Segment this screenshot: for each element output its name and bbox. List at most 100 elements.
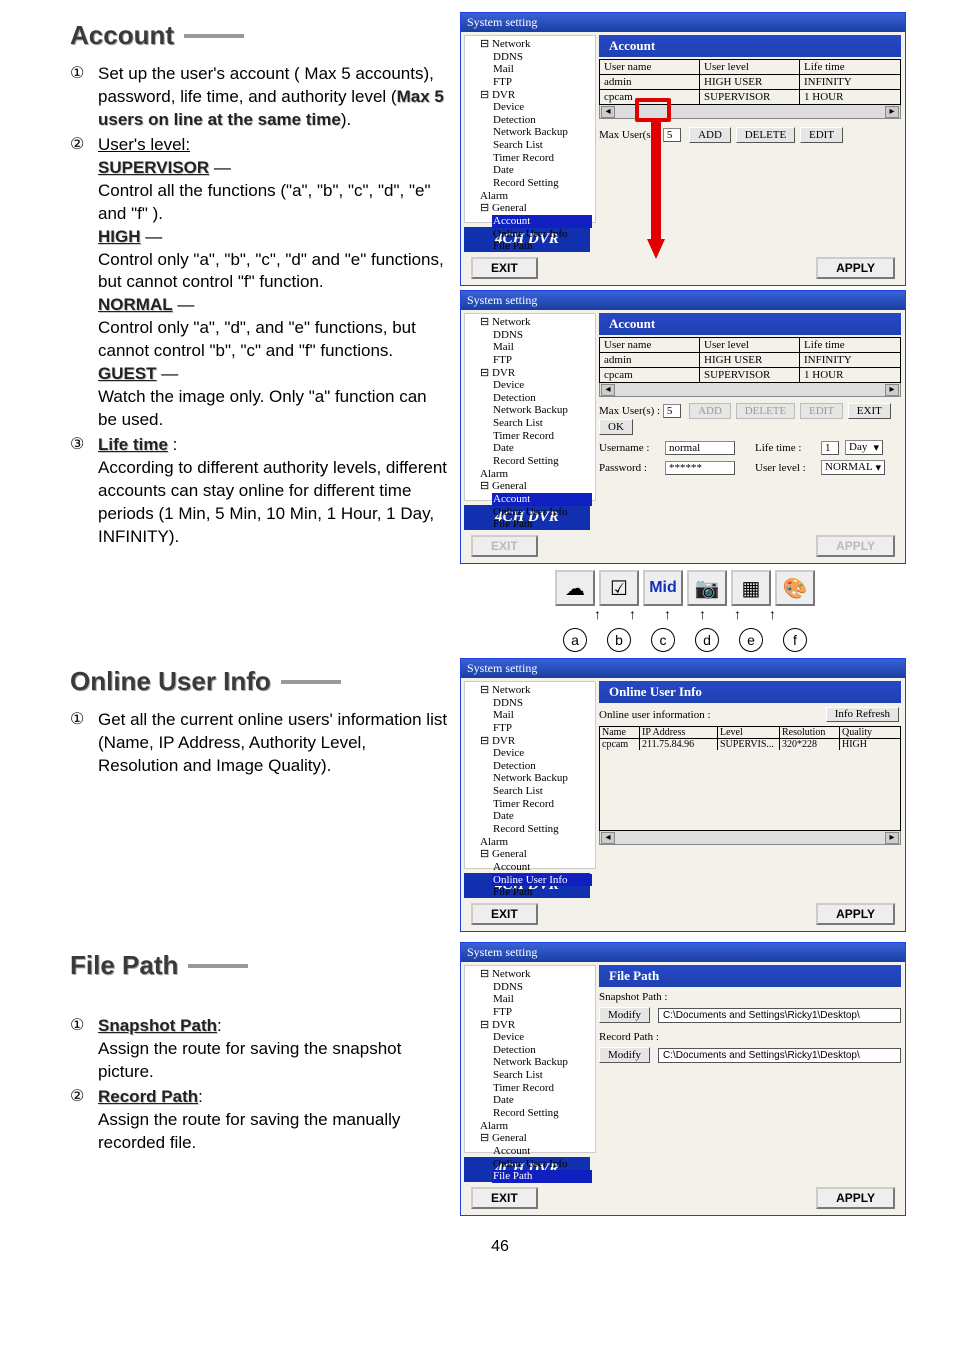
red-arrow-icon bbox=[647, 121, 665, 264]
apply-button[interactable]: APPLY bbox=[816, 1187, 895, 1209]
username-input[interactable]: normal bbox=[665, 441, 735, 455]
apply-button[interactable]: APPLY bbox=[816, 903, 895, 925]
max-users-input[interactable]: 5 bbox=[663, 128, 681, 142]
chevron-down-icon: ▾ bbox=[873, 441, 879, 454]
label-c: c bbox=[651, 628, 675, 652]
exit-button[interactable]: EXIT bbox=[471, 1187, 538, 1209]
tree-detection[interactable]: Detection bbox=[492, 114, 592, 127]
scroll-right-icon[interactable]: ▸ bbox=[885, 384, 899, 396]
filepath-title: File Path bbox=[70, 950, 450, 981]
icon-strip: ☁ ☑ Mid 📷 ▦ 🎨 ↑↑↑↑↑↑ a b c d e f bbox=[460, 570, 910, 652]
tree-network-backup[interactable]: Network Backup bbox=[492, 126, 592, 139]
exit-button-small[interactable]: EXIT bbox=[848, 403, 891, 419]
enum-num: ② bbox=[70, 134, 98, 432]
tree-date[interactable]: Date bbox=[492, 164, 592, 177]
snapshot-path-input[interactable]: C:\Documents and Settings\Ricky1\Desktop… bbox=[658, 1008, 901, 1023]
tree-mail[interactable]: Mail bbox=[492, 63, 592, 76]
lifetime-value-input[interactable]: 1 bbox=[821, 441, 839, 455]
tree-account[interactable]: Account bbox=[492, 215, 592, 228]
edit-button[interactable]: EDIT bbox=[800, 127, 843, 143]
ok-button[interactable]: OK bbox=[599, 419, 633, 435]
enum-num: ① bbox=[70, 63, 98, 132]
tree-dvr[interactable]: ⊟ DVR Device Detection Network Backup Se… bbox=[479, 89, 593, 190]
username-label: Username : bbox=[599, 442, 659, 454]
tree[interactable]: ⊟ Network DDNS Mail FTP ⊟ DVR Device bbox=[464, 965, 596, 1153]
tree-timer-record[interactable]: Timer Record bbox=[492, 152, 592, 165]
scroll-left-icon[interactable]: ◂ bbox=[601, 106, 615, 118]
tree-device[interactable]: Device bbox=[492, 101, 592, 114]
scroll-left-icon[interactable]: ◂ bbox=[601, 384, 615, 396]
hscroll[interactable]: ◂ ▸ bbox=[599, 383, 901, 397]
tree-ftp[interactable]: FTP bbox=[492, 76, 592, 89]
lifetime-unit-select[interactable]: Day▾ bbox=[845, 440, 883, 455]
pane-title: Account bbox=[599, 35, 901, 57]
add-button: ADD bbox=[689, 403, 731, 419]
account-dialog-1: System setting ⊟ Network DDNS Mail FTP bbox=[460, 12, 906, 286]
tree-record-setting[interactable]: Record Setting bbox=[492, 177, 592, 190]
modify-button[interactable]: Modify bbox=[599, 1047, 650, 1063]
userlevel-label: User level : bbox=[755, 462, 815, 474]
info-refresh-button[interactable]: Info Refresh bbox=[826, 707, 899, 722]
exit-button[interactable]: EXIT bbox=[471, 257, 538, 279]
scroll-right-icon[interactable]: ▸ bbox=[885, 832, 899, 844]
scroll-left-icon[interactable]: ◂ bbox=[601, 832, 615, 844]
quad-icon[interactable]: ▦ bbox=[731, 570, 771, 606]
delete-button[interactable]: DELETE bbox=[736, 127, 796, 143]
lifetime-label: Life time : bbox=[755, 442, 815, 454]
account-item1: Set up the user's account ( Max 5 accoun… bbox=[98, 63, 450, 132]
pane-title: Account bbox=[599, 313, 901, 335]
page-number: 46 bbox=[70, 1238, 930, 1256]
online-table: Name IP Address Level Resolution Quality… bbox=[599, 726, 901, 831]
tree[interactable]: ⊟ Network DDNS Mail FTP ⊟ DVR Device bbox=[464, 35, 596, 223]
tree-ddns[interactable]: DDNS bbox=[492, 51, 592, 64]
tree-file-path[interactable]: File Path bbox=[492, 240, 592, 253]
live-icon[interactable]: ☁ bbox=[555, 570, 595, 606]
exit-button: EXIT bbox=[471, 535, 538, 557]
camera-icon[interactable]: 📷 bbox=[687, 570, 727, 606]
modify-button[interactable]: Modify bbox=[599, 1007, 650, 1023]
exit-button[interactable]: EXIT bbox=[471, 903, 538, 925]
label-a: a bbox=[563, 628, 587, 652]
max-users-input[interactable]: 5 bbox=[663, 404, 681, 418]
dialog-title: System setting bbox=[461, 659, 905, 678]
label-f: f bbox=[783, 628, 807, 652]
pane-title: Online User Info bbox=[599, 681, 901, 703]
tree-online-user-info[interactable]: Online User Info bbox=[492, 228, 592, 241]
filepath-item2: Record Path: Assign the route for saving… bbox=[98, 1086, 450, 1155]
dialog-title: System setting bbox=[461, 943, 905, 962]
tree-alarm[interactable]: Alarm bbox=[479, 190, 593, 203]
record-path-input[interactable]: C:\Documents and Settings\Ricky1\Desktop… bbox=[658, 1048, 901, 1063]
tree-network[interactable]: ⊟ Network DDNS Mail FTP bbox=[479, 316, 593, 367]
add-button[interactable]: ADD bbox=[689, 127, 731, 143]
tree-general[interactable]: ⊟ General Account Online User Info File … bbox=[479, 480, 593, 531]
mid-icon[interactable]: Mid bbox=[643, 570, 683, 606]
tree[interactable]: ⊟ Network DDNS Mail FTP ⊟ DVR Device bbox=[464, 313, 596, 501]
pane-title: File Path bbox=[599, 965, 901, 987]
dialog-title: System setting bbox=[461, 13, 905, 32]
filepath-dialog: System setting ⊟ Network DDNS Mail FTP bbox=[460, 942, 906, 1216]
password-input[interactable]: ****** bbox=[665, 461, 735, 475]
account-dialog-2: System setting ⊟ Network DDNS Mail FTP bbox=[460, 290, 906, 564]
check-icon[interactable]: ☑ bbox=[599, 570, 639, 606]
snapshot-path-label: Snapshot Path : bbox=[599, 991, 901, 1003]
label-e: e bbox=[739, 628, 763, 652]
tree-general[interactable]: ⊟ General Account Online User Info File … bbox=[479, 202, 593, 253]
tree-network[interactable]: ⊟ Network DDNS Mail FTP bbox=[479, 38, 593, 89]
edit-button: EDIT bbox=[800, 403, 843, 419]
hscroll[interactable]: ◂ ▸ bbox=[599, 831, 901, 845]
apply-button[interactable]: APPLY bbox=[816, 257, 895, 279]
userlevel-select[interactable]: NORMAL▾ bbox=[821, 460, 885, 475]
label-b: b bbox=[607, 628, 631, 652]
enum-num: ① bbox=[70, 1015, 98, 1084]
tree-dvr[interactable]: ⊟ DVR Device Detection Network Backup Se… bbox=[479, 367, 593, 468]
enum-num: ③ bbox=[70, 434, 98, 549]
label-d: d bbox=[695, 628, 719, 652]
account-item2: User's level: SUPERVISOR — Control all t… bbox=[98, 134, 450, 432]
password-label: Password : bbox=[599, 462, 659, 474]
tree[interactable]: ⊟ Network DDNS Mail FTP ⊟ DVR Device bbox=[464, 681, 596, 869]
tree-search-list[interactable]: Search List bbox=[492, 139, 592, 152]
enum-num: ① bbox=[70, 709, 98, 778]
palette-icon[interactable]: 🎨 bbox=[775, 570, 815, 606]
scroll-right-icon[interactable]: ▸ bbox=[885, 106, 899, 118]
apply-button: APPLY bbox=[816, 535, 895, 557]
